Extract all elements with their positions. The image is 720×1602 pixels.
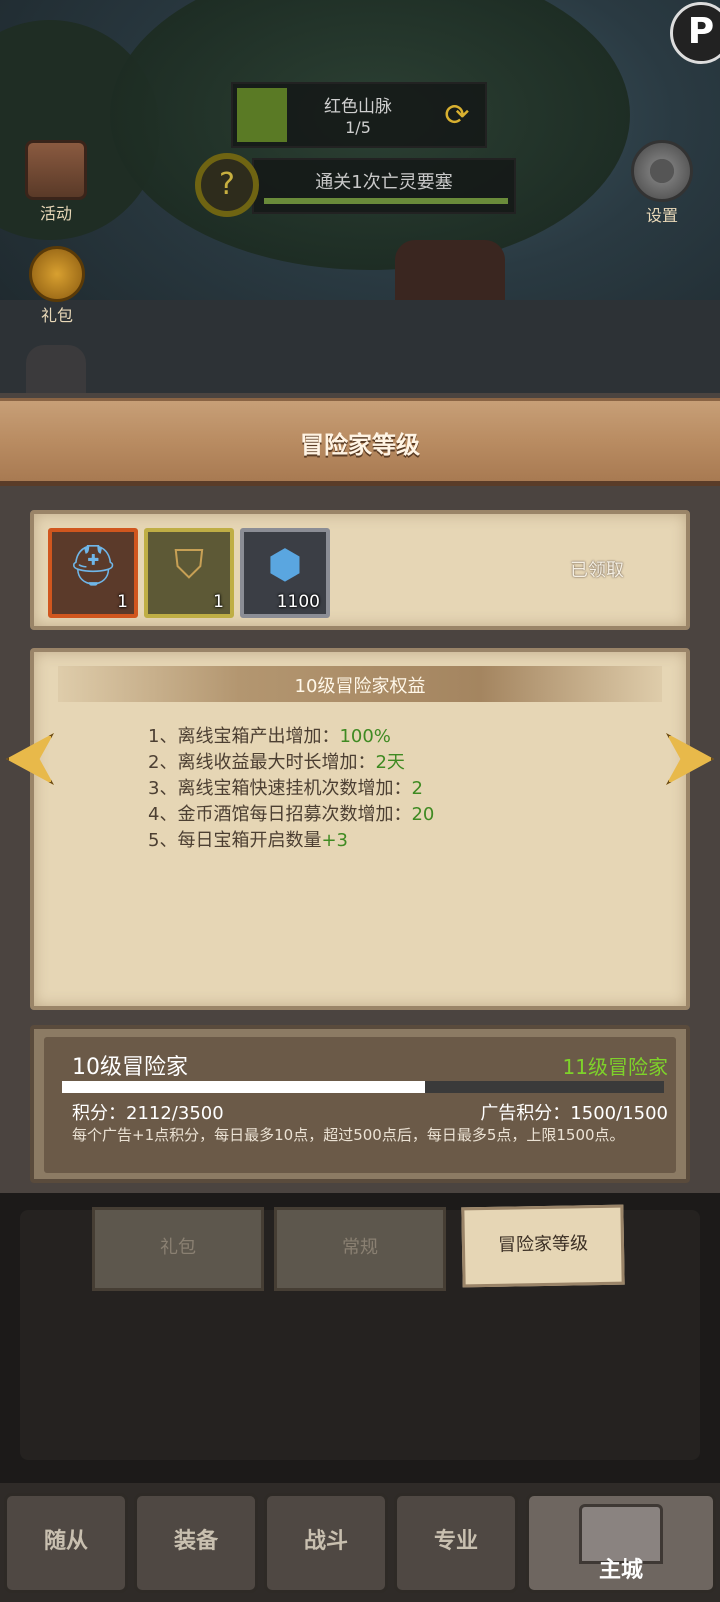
gem-icon: ⬢: [267, 542, 303, 588]
reward-qty: 1: [117, 592, 128, 612]
benefit-item: 1、离线宝箱产出增加：100%: [148, 724, 434, 750]
quest-coin-mark: ?: [219, 167, 235, 202]
quest-progress-fill: [264, 198, 508, 204]
activity-button[interactable]: 活动: [16, 140, 96, 224]
benefit-value: +3: [321, 830, 348, 851]
quest-coin-icon[interactable]: ?: [195, 153, 259, 217]
helmet-icon: ⛑: [67, 543, 119, 589]
reward-item-armor[interactable]: ⛉ 1: [144, 528, 234, 618]
activity-label: 活动: [39, 204, 72, 223]
hill-decor: [0, 300, 720, 400]
benefit-value: 20: [411, 804, 435, 825]
profile-letter: P: [687, 11, 715, 52]
armor-icon: ⛉: [174, 542, 204, 588]
xp-points: 积分：2112/3500: [72, 1103, 224, 1124]
benefit-item: 5、每日宝箱开启数量+3: [148, 828, 434, 854]
region-progress: 1/5: [345, 118, 371, 137]
benefit-value: 100%: [339, 726, 391, 747]
benefit-text: 4、金币酒馆每日招募次数增加：: [148, 804, 412, 825]
benefit-text: 2、离线收益最大时长增加：: [148, 752, 376, 773]
nav-followers[interactable]: 随从: [4, 1493, 128, 1593]
xp-progress-bar: [62, 1081, 664, 1093]
claimed-status: 已领取: [570, 560, 624, 581]
benefit-value: 2: [411, 778, 423, 799]
castle-icon: [579, 1504, 663, 1564]
quest-text: 通关1次亡灵要塞: [315, 172, 453, 193]
benefit-item: 4、金币酒馆每日招募次数增加：20: [148, 802, 434, 828]
nav-equipment[interactable]: 装备: [134, 1493, 258, 1593]
nav-profession[interactable]: 专业: [394, 1493, 518, 1593]
region-thumbnail: [237, 88, 287, 142]
nav-main-city[interactable]: 主城: [526, 1493, 716, 1593]
gear-icon: [631, 140, 693, 202]
gift-label: 礼包: [40, 306, 73, 325]
tab-adventurer-level[interactable]: 冒险家等级: [461, 1204, 625, 1288]
benefit-text: 1、离线宝箱产出增加：: [148, 726, 340, 747]
settings-label: 设置: [645, 206, 678, 225]
swap-arrows-icon[interactable]: ⟳: [439, 98, 475, 134]
xp-progress-fill: [62, 1081, 426, 1093]
benefit-item: 3、离线宝箱快速挂机次数增加：2: [148, 776, 434, 802]
gift-button[interactable]: 礼包: [22, 246, 92, 326]
benefits-list: 1、离线宝箱产出增加：100% 2、离线收益最大时长增加：2天 3、离线宝箱快速…: [148, 724, 434, 854]
level-progress-card: 10级冒险家 11级冒险家 积分：2112/3500 广告积分：1500/150…: [30, 1025, 690, 1183]
settings-button[interactable]: 设置: [622, 140, 702, 226]
ad-points: 广告积分：1500/1500: [480, 1103, 668, 1124]
reward-card: ⛑ 1 ⛉ 1 ⬢ 1100 已领取: [30, 510, 690, 630]
reward-qty: 1: [213, 592, 224, 612]
benefits-title: 10级冒险家权益: [294, 676, 426, 697]
main-city-label: 主城: [598, 1558, 643, 1583]
panel-title-bar: 冒险家等级: [0, 398, 720, 486]
current-level: 10级冒险家: [72, 1055, 188, 1080]
reward-item-helmet[interactable]: ⛑ 1: [48, 528, 138, 618]
tab-normal[interactable]: 常规: [274, 1207, 446, 1291]
reward-item-gem[interactable]: ⬢ 1100: [240, 528, 330, 618]
gift-coin-icon: [29, 246, 85, 302]
reward-qty: 1100: [276, 592, 320, 612]
calendar-icon: [25, 140, 87, 200]
points-rule-note: 每个广告+1点积分，每日最多10点，超过500点后，每日最多5点，上限1500点…: [72, 1126, 625, 1144]
tab-gift[interactable]: 礼包: [92, 1207, 264, 1291]
region-selector[interactable]: 红色山脉 1/5 ⟳: [231, 82, 487, 148]
level-progress-inner: 10级冒险家 11级冒险家 积分：2112/3500 广告积分：1500/150…: [44, 1037, 676, 1173]
region-name: 红色山脉: [324, 97, 392, 117]
helmet-icon[interactable]: [26, 345, 86, 395]
next-level: 11级冒险家: [562, 1055, 668, 1079]
nav-battle[interactable]: 战斗: [264, 1493, 388, 1593]
benefit-value: 2天: [375, 752, 405, 773]
benefit-item: 2、离线收益最大时长增加：2天: [148, 750, 434, 776]
benefits-card: 10级冒险家权益 1、离线宝箱产出增加：100% 2、离线收益最大时长增加：2天…: [30, 648, 690, 1010]
benefit-text: 3、离线宝箱快速挂机次数增加：: [148, 778, 412, 799]
panel-title: 冒险家等级: [300, 431, 420, 459]
game-screen: P 红色山脉 1/5 ⟳ 通关1次亡灵要塞 ? 活动 礼包 设置 冒险家等级 ⛑…: [0, 0, 720, 1602]
quest-bar[interactable]: 通关1次亡灵要塞: [252, 158, 516, 214]
benefit-text: 5、每日宝箱开启数量: [148, 830, 322, 851]
benefits-header: 10级冒险家权益: [58, 666, 662, 702]
